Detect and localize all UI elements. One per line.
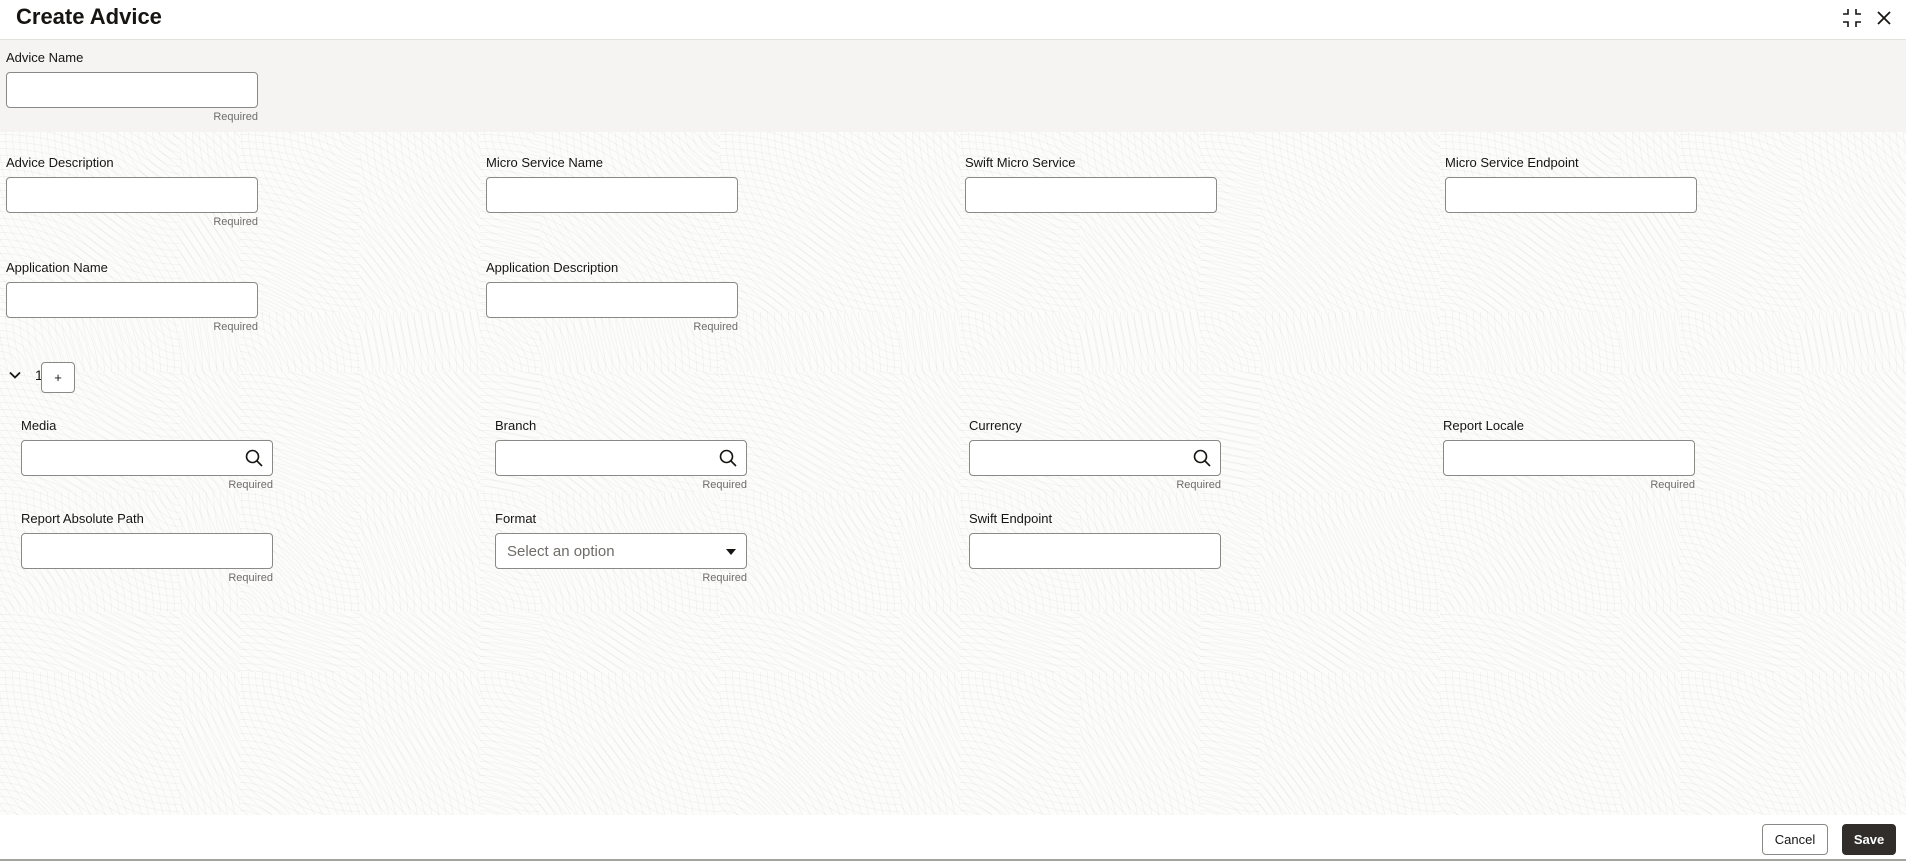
currency-label: Currency [969, 418, 1022, 433]
media-field: Media Required [21, 417, 273, 491]
application-name-input[interactable] [7, 283, 257, 317]
save-button[interactable]: Save [1842, 824, 1896, 855]
application-name-input-wrap[interactable] [6, 282, 258, 318]
swift-endpoint-label: Swift Endpoint [969, 511, 1053, 526]
report-absolute-path-input[interactable] [22, 534, 272, 568]
currency-input[interactable] [970, 441, 1220, 475]
add-row-button[interactable]: + [41, 362, 75, 393]
swift-micro-service-input[interactable] [966, 178, 1216, 212]
advice-name-label: Advice Name [6, 50, 84, 65]
application-description-input[interactable] [487, 283, 737, 317]
advice-name-field: Advice Name Required [6, 49, 258, 123]
report-locale-input-wrap[interactable] [1443, 440, 1695, 476]
advice-description-input-wrap[interactable] [6, 177, 258, 213]
currency-required: Required [1176, 479, 1221, 491]
swift-micro-service-field: Swift Micro Service [965, 154, 1217, 213]
chevron-down-icon[interactable] [8, 368, 22, 382]
application-name-field: Application Name Required [6, 259, 258, 333]
application-name-required: Required [213, 321, 258, 333]
format-label: Format [495, 511, 537, 526]
swift-endpoint-input-wrap[interactable] [969, 533, 1221, 569]
dialog-header: Create Advice [0, 0, 1906, 40]
close-icon[interactable] [1872, 6, 1896, 30]
branch-required: Required [702, 479, 747, 491]
application-description-required: Required [693, 321, 738, 333]
report-locale-field: Report Locale Required [1443, 417, 1695, 491]
advice-name-input-wrap[interactable] [6, 72, 258, 108]
currency-input-wrap[interactable] [969, 440, 1221, 476]
advice-description-field: Advice Description Required [6, 154, 258, 228]
collapse-icon[interactable] [1840, 6, 1864, 30]
application-description-label: Application Description [486, 260, 619, 275]
advice-name-required: Required [213, 111, 258, 123]
application-name-label: Application Name [6, 260, 108, 275]
micro-service-name-input-wrap[interactable] [486, 177, 738, 213]
report-absolute-path-input-wrap[interactable] [21, 533, 273, 569]
cancel-button[interactable]: Cancel [1762, 824, 1828, 855]
report-absolute-path-label: Report Absolute Path [21, 511, 144, 526]
application-description-input-wrap[interactable] [486, 282, 738, 318]
micro-service-endpoint-input[interactable] [1446, 178, 1696, 212]
format-field: Format Select an option Required [495, 510, 747, 584]
micro-service-name-input[interactable] [487, 178, 737, 212]
micro-service-endpoint-input-wrap[interactable] [1445, 177, 1697, 213]
report-locale-input[interactable] [1444, 441, 1694, 475]
search-icon[interactable] [244, 448, 264, 468]
swift-micro-service-label: Swift Micro Service [965, 155, 1076, 170]
micro-service-name-label: Micro Service Name [486, 155, 604, 170]
page-title: Create Advice [16, 4, 162, 29]
format-placeholder: Select an option [507, 543, 615, 560]
dialog-footer [0, 815, 1906, 861]
branch-label: Branch [495, 418, 537, 433]
top-section [0, 40, 1906, 132]
micro-service-endpoint-label: Micro Service Endpoint [1445, 155, 1579, 170]
advice-name-input[interactable] [7, 73, 257, 107]
currency-field: Currency Required [969, 417, 1221, 491]
format-select[interactable]: Select an option [495, 533, 747, 569]
swift-endpoint-field: Swift Endpoint [969, 510, 1221, 569]
swift-micro-service-input-wrap[interactable] [965, 177, 1217, 213]
advice-description-required: Required [213, 216, 258, 228]
report-locale-required: Required [1650, 479, 1695, 491]
media-label: Media [21, 418, 57, 433]
branch-input[interactable] [496, 441, 746, 475]
application-description-field: Application Description Required [486, 259, 738, 333]
report-absolute-path-required: Required [228, 572, 273, 584]
search-icon[interactable] [1192, 448, 1212, 468]
micro-service-endpoint-field: Micro Service Endpoint [1445, 154, 1697, 213]
advice-description-label: Advice Description [6, 155, 114, 170]
report-absolute-path-field: Report Absolute Path Required [21, 510, 273, 584]
caret-down-icon[interactable] [726, 549, 736, 555]
micro-service-name-field: Micro Service Name [486, 154, 738, 213]
branch-field: Branch Required [495, 417, 747, 491]
swift-endpoint-input[interactable] [970, 534, 1220, 568]
media-input-wrap[interactable] [21, 440, 273, 476]
branch-input-wrap[interactable] [495, 440, 747, 476]
format-required: Required [702, 572, 747, 584]
media-input[interactable] [22, 441, 272, 475]
search-icon[interactable] [718, 448, 738, 468]
media-required: Required [228, 479, 273, 491]
advice-description-input[interactable] [7, 178, 257, 212]
report-locale-label: Report Locale [1443, 418, 1524, 433]
